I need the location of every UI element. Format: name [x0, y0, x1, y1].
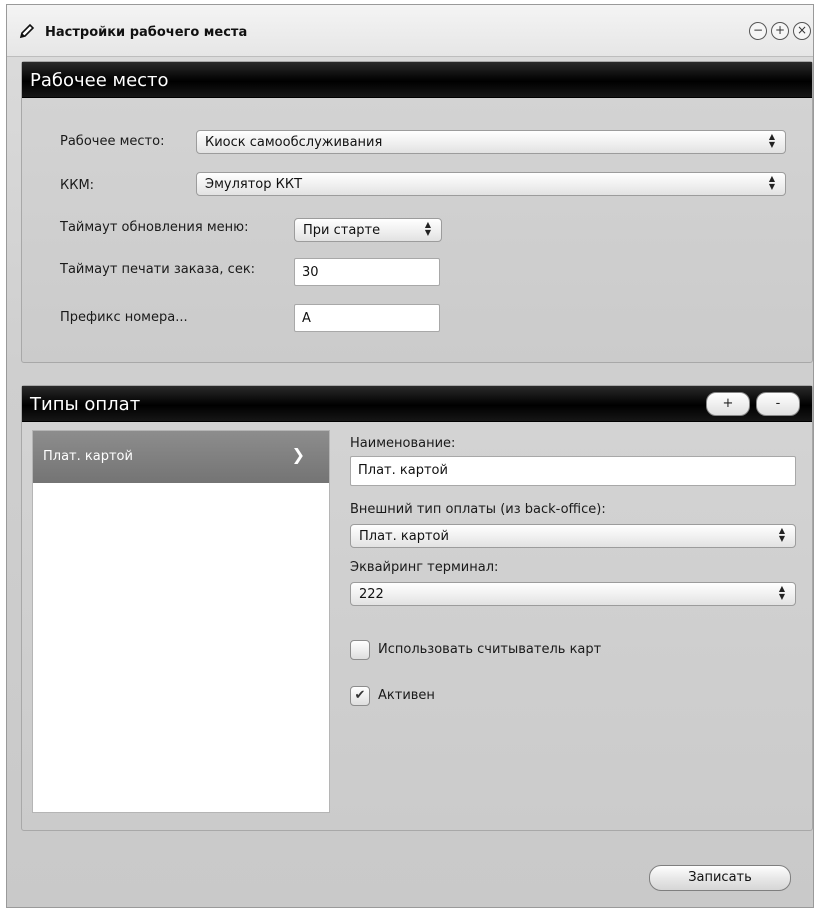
spinner-icon: ▲ ▼ [768, 132, 776, 149]
print-timeout-input[interactable]: 30 [294, 258, 440, 286]
close-button[interactable]: × [793, 22, 811, 40]
maximize-button[interactable]: + [771, 22, 789, 40]
name-input[interactable]: Плат. картой [350, 456, 796, 486]
acquiring-label: Эквайринг терминал: [350, 560, 499, 575]
spinner-icon: ▲ ▼ [424, 220, 432, 237]
pencil-icon [19, 23, 35, 39]
workplace-select-value: Киоск самообслуживания [205, 135, 383, 150]
spinner-icon: ▲ ▼ [778, 584, 786, 601]
menu-timeout-select-value: При старте [303, 223, 381, 238]
workplace-label: Рабочее место: [60, 134, 165, 149]
spinner-icon: ▲ ▼ [768, 174, 776, 191]
acquiring-select-value: 222 [359, 587, 384, 602]
titlebar: Настройки рабочего места − + × [7, 5, 813, 57]
workplace-section-title: Рабочее место [30, 70, 169, 91]
print-timeout-label: Таймаут печати заказа, сек: [60, 262, 256, 277]
remove-payment-button[interactable]: - [756, 392, 800, 416]
card-reader-label: Использовать считыватель карт [378, 642, 602, 657]
external-type-label: Внешний тип оплаты (из back-office): [350, 502, 606, 517]
settings-window: Настройки рабочего места − + × Рабочее м… [6, 4, 814, 908]
active-label: Активен [378, 688, 435, 703]
card-reader-checkbox[interactable] [350, 640, 370, 660]
prefix-input[interactable]: А [294, 304, 440, 332]
list-item[interactable]: Плат. картой ❯ [33, 431, 329, 483]
add-payment-button[interactable]: + [706, 392, 750, 416]
payment-types-section: Типы оплат + - Плат. картой ❯ Наименован… [21, 385, 813, 831]
list-item-label: Плат. картой [43, 449, 133, 464]
payment-types-list: Плат. картой ❯ [32, 430, 330, 813]
chevron-right-icon: ❯ [291, 445, 305, 464]
payment-types-section-header: Типы оплат + - [22, 386, 812, 422]
save-button[interactable]: Записать [649, 865, 791, 891]
prefix-input-value: А [302, 311, 311, 326]
external-type-select[interactable]: Плат. картой ▲ ▼ [350, 524, 796, 548]
print-timeout-input-value: 30 [302, 265, 319, 280]
menu-timeout-select[interactable]: При старте ▲ ▼ [294, 218, 442, 242]
kkm-select-value: Эмулятор ККТ [205, 177, 303, 192]
checkmark-icon: ✔ [354, 688, 366, 703]
menu-timeout-label: Таймаут обновления меню: [60, 220, 249, 235]
minimize-button[interactable]: − [749, 22, 767, 40]
external-type-select-value: Плат. картой [359, 529, 449, 544]
kkm-select[interactable]: Эмулятор ККТ ▲ ▼ [196, 172, 786, 196]
name-label: Наименование: [350, 436, 456, 451]
payment-types-section-title: Типы оплат [30, 394, 141, 415]
active-checkbox[interactable]: ✔ [350, 686, 370, 706]
window-title: Настройки рабочего места [45, 25, 248, 40]
kkm-label: ККМ: [60, 178, 95, 193]
spinner-icon: ▲ ▼ [778, 526, 786, 543]
workplace-section-header: Рабочее место [22, 62, 812, 98]
name-input-value: Плат. картой [358, 463, 448, 478]
acquiring-select[interactable]: 222 ▲ ▼ [350, 582, 796, 606]
workplace-section: Рабочее место Рабочее место: Киоск самоо… [21, 61, 813, 363]
prefix-label: Префикс номера... [60, 310, 188, 325]
workplace-select[interactable]: Киоск самообслуживания ▲ ▼ [196, 130, 786, 154]
